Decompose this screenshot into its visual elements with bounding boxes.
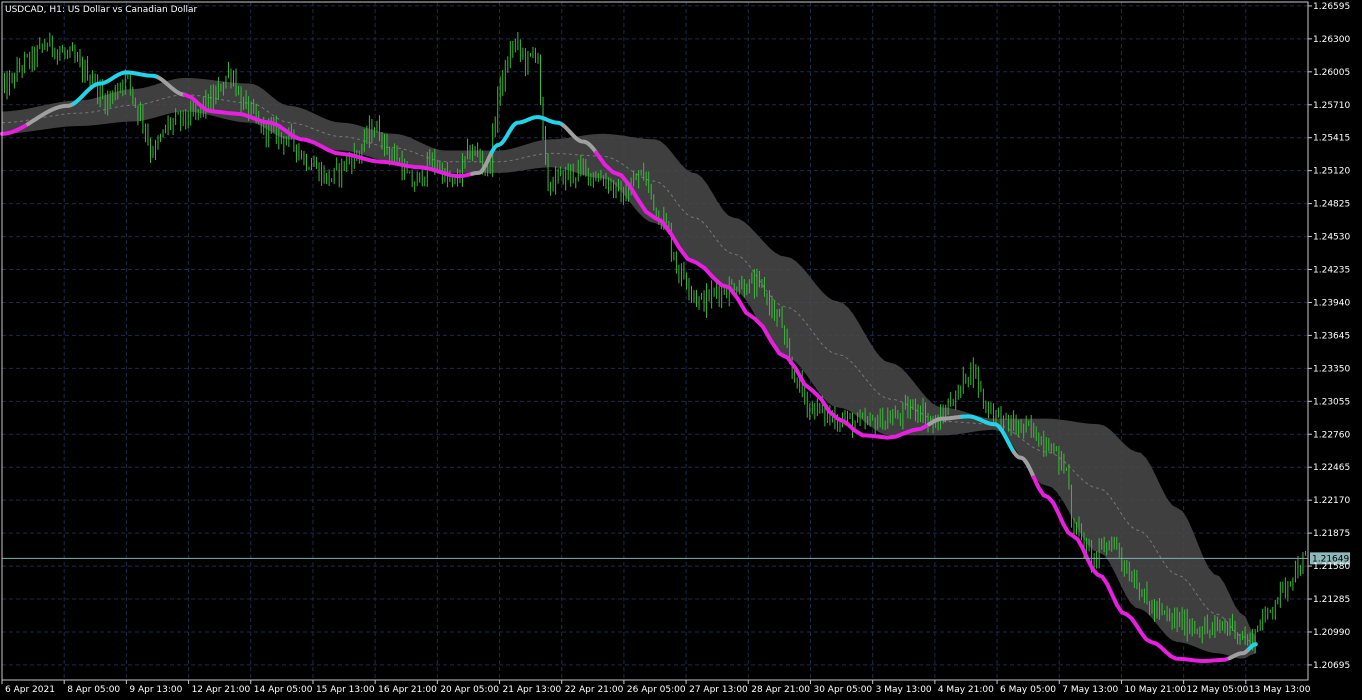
- y-tick-label: 1.22760: [1313, 430, 1350, 440]
- x-tick-label: 14 Apr 05:00: [254, 685, 313, 695]
- price-chart[interactable]: 1.21649 1.265951.263001.260051.257101.25…: [0, 0, 1362, 700]
- x-tick-label: 20 Apr 05:00: [440, 685, 499, 695]
- y-tick-label: 1.21580: [1313, 562, 1350, 572]
- y-tick-label: 1.24825: [1313, 200, 1350, 210]
- x-tick-label: 7 May 13:00: [1062, 685, 1118, 695]
- y-tick-label: 1.23645: [1313, 331, 1350, 341]
- y-tick-label: 1.22170: [1313, 496, 1350, 506]
- y-tick-label: 1.24530: [1313, 233, 1350, 243]
- x-tick-label: 30 Apr 05:00: [813, 685, 872, 695]
- y-tick-label: 1.20990: [1313, 628, 1350, 638]
- x-tick-label: 26 Apr 05:00: [627, 685, 686, 695]
- x-tick-label: 22 Apr 21:00: [565, 685, 624, 695]
- y-tick-label: 1.26595: [1313, 2, 1350, 12]
- x-tick-label: 10 May 21:00: [1124, 685, 1186, 695]
- x-tick-label: 8 Apr 05:00: [67, 685, 120, 695]
- y-tick-label: 1.25120: [1313, 167, 1350, 177]
- y-tick-label: 1.23055: [1313, 397, 1350, 407]
- x-tick-label: 13 May 13:00: [1249, 685, 1311, 695]
- x-tick-label: 28 Apr 21:00: [751, 685, 810, 695]
- x-tick-label: 6 May 05:00: [1000, 685, 1056, 695]
- x-tick-label: 9 Apr 13:00: [129, 685, 182, 695]
- y-tick-label: 1.26005: [1313, 68, 1350, 78]
- x-tick-label: 12 Apr 21:00: [192, 685, 251, 695]
- x-tick-label: 6 Apr 2021: [5, 685, 55, 695]
- x-tick-label: 15 Apr 13:00: [316, 685, 375, 695]
- y-tick-label: 1.23940: [1313, 298, 1350, 308]
- y-tick-label: 1.22465: [1313, 463, 1350, 473]
- y-tick-label: 1.26300: [1313, 35, 1350, 45]
- x-tick-label: 27 Apr 13:00: [689, 685, 748, 695]
- x-tick-label: 16 Apr 21:00: [378, 685, 437, 695]
- y-tick-label: 1.25710: [1313, 101, 1350, 111]
- y-tick-label: 1.20695: [1313, 661, 1350, 671]
- y-tick-label: 1.21875: [1313, 529, 1350, 539]
- y-tick-label: 1.25415: [1313, 134, 1350, 144]
- x-tick-label: 3 May 13:00: [876, 685, 932, 695]
- y-tick-label: 1.24235: [1313, 266, 1350, 276]
- chart-title: USDCAD, H1: US Dollar vs Canadian Dollar: [5, 5, 198, 15]
- y-tick-label: 1.23350: [1313, 364, 1350, 374]
- x-tick-label: 4 May 21:00: [938, 685, 994, 695]
- x-tick-label: 12 May 05:00: [1187, 685, 1249, 695]
- x-tick-label: 21 Apr 13:00: [503, 685, 562, 695]
- y-tick-label: 1.21285: [1313, 595, 1350, 605]
